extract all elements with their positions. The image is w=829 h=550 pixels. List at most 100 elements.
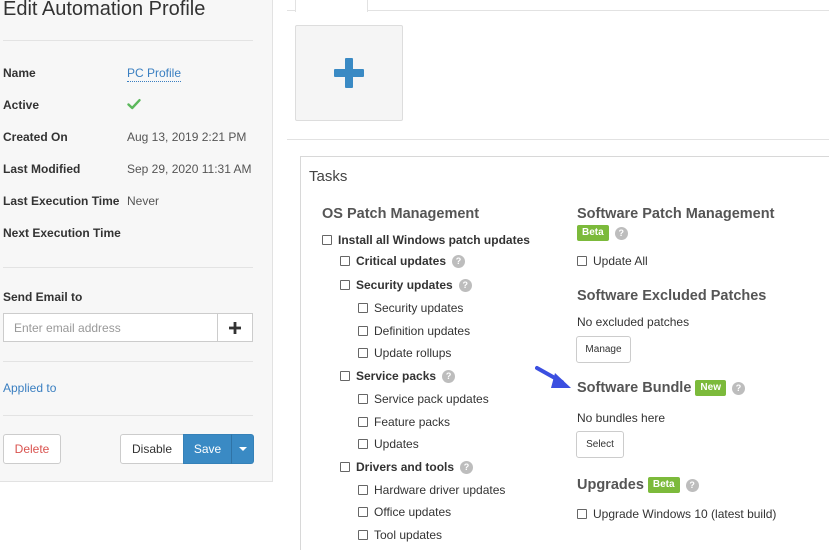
update-all-option[interactable]: Update All <box>577 254 648 268</box>
checkbox[interactable] <box>577 256 587 266</box>
beta-badge: Beta <box>647 477 680 493</box>
checkbox[interactable] <box>358 439 368 449</box>
option-label: Office updates <box>374 505 452 519</box>
applied-to-link[interactable]: Applied to <box>3 381 56 395</box>
help-icon[interactable]: ? <box>458 278 472 292</box>
critical-updates-label: Critical updates <box>356 254 447 268</box>
divider <box>3 267 253 268</box>
modified-value: Sep 29, 2020 11:31 AM <box>127 162 252 176</box>
update-rollups-option[interactable]: Update rollups <box>358 346 451 360</box>
plus-icon <box>229 321 241 334</box>
select-button[interactable]: Select <box>576 431 624 458</box>
caret-down-icon <box>238 447 247 451</box>
checkbox[interactable] <box>340 280 350 290</box>
next-execution-label: Next Execution Time <box>3 226 121 240</box>
definition-updates-option[interactable]: Definition updates <box>358 324 470 338</box>
drivers-tools-option[interactable]: Drivers and tools ? <box>340 460 474 474</box>
excluded-patches-text: No excluded patches <box>577 315 690 329</box>
feature-packs-option[interactable]: Feature packs <box>358 415 450 429</box>
checkbox[interactable] <box>340 462 350 472</box>
checkbox[interactable] <box>340 371 350 381</box>
send-email-label: Send Email to <box>3 290 83 304</box>
drivers-tools-label: Drivers and tools <box>356 460 455 474</box>
tasks-title: Tasks <box>309 168 348 185</box>
created-value: Aug 13, 2019 2:21 PM <box>127 130 247 144</box>
hardware-driver-updates-option[interactable]: Hardware driver updates <box>358 483 505 497</box>
security-updates-option[interactable]: Security updates ? <box>340 278 472 292</box>
checkbox[interactable] <box>358 326 368 336</box>
active-label: Active <box>3 98 40 112</box>
upgrade-windows-label: Upgrade Windows 10 (latest build) <box>593 507 777 521</box>
new-badge: New <box>695 380 726 396</box>
option-label: Service pack updates <box>374 392 489 406</box>
last-execution-label: Last Execution Time <box>3 194 120 208</box>
divider <box>3 40 253 41</box>
created-label: Created On <box>3 130 68 144</box>
updates-option[interactable]: Updates <box>358 437 419 451</box>
help-icon[interactable]: ? <box>685 478 699 492</box>
os-patch-heading: OS Patch Management <box>322 206 480 222</box>
profile-name-link[interactable]: PC Profile <box>127 66 182 82</box>
software-bundle-heading-row: Software Bundle New ? <box>577 380 745 396</box>
add-email-button[interactable] <box>217 313 253 342</box>
beta-badge: Beta <box>577 225 609 241</box>
plus-icon <box>334 58 364 88</box>
checkbox[interactable] <box>358 394 368 404</box>
disable-button[interactable]: Disable <box>120 434 184 464</box>
name-value[interactable]: PC Profile <box>127 66 182 82</box>
software-patch-heading: Software Patch Management <box>577 206 775 222</box>
critical-updates-option[interactable]: Critical updates ? <box>340 254 466 268</box>
option-label: Feature packs <box>374 415 451 429</box>
checkbox[interactable] <box>358 530 368 540</box>
option-label: Definition updates <box>374 324 471 338</box>
arrow-icon <box>535 366 571 388</box>
checkbox[interactable] <box>340 256 350 266</box>
office-updates-option[interactable]: Office updates <box>358 505 451 519</box>
security-updates-sub-option[interactable]: Security updates <box>358 301 463 315</box>
divider <box>3 361 253 362</box>
help-icon[interactable]: ? <box>452 254 466 268</box>
upgrades-heading: Upgrades <box>577 477 644 493</box>
no-bundles-text: No bundles here <box>577 411 666 425</box>
service-packs-option[interactable]: Service packs ? <box>340 369 456 383</box>
upgrade-windows-option[interactable]: Upgrade Windows 10 (latest build) <box>577 507 776 521</box>
email-input[interactable] <box>3 313 218 342</box>
save-button[interactable]: Save <box>183 434 232 464</box>
checkbox[interactable] <box>358 485 368 495</box>
option-label: Updates <box>374 437 419 451</box>
help-icon[interactable]: ? <box>442 369 456 383</box>
manage-button[interactable]: Manage <box>576 336 631 363</box>
add-task-tile[interactable] <box>295 25 403 121</box>
software-patch-badge-row: Beta ? <box>577 225 628 241</box>
excluded-patches-heading: Software Excluded Patches <box>577 288 767 304</box>
page-title: Edit Automation Profile <box>3 0 206 20</box>
checkbox[interactable] <box>358 507 368 517</box>
profile-panel: Edit Automation Profile Name PC Profile … <box>0 0 273 482</box>
checkbox[interactable] <box>577 509 587 519</box>
option-label: Update rollups <box>374 346 452 360</box>
check-icon <box>127 99 141 110</box>
checkbox[interactable] <box>358 417 368 427</box>
help-icon[interactable]: ? <box>614 226 628 240</box>
tab-active[interactable] <box>295 0 368 12</box>
checkbox[interactable] <box>322 235 332 245</box>
tool-updates-option[interactable]: Tool updates <box>358 528 442 542</box>
security-updates-label: Security updates <box>356 278 453 292</box>
divider <box>287 139 829 140</box>
install-all-label: Install all Windows patch updates <box>338 233 530 247</box>
service-pack-updates-option[interactable]: Service pack updates <box>358 392 489 406</box>
last-execution-value: Never <box>127 194 160 208</box>
upgrades-heading-row: Upgrades Beta ? <box>577 477 699 493</box>
delete-button[interactable]: Delete <box>3 434 61 464</box>
checkbox[interactable] <box>358 348 368 358</box>
help-icon[interactable]: ? <box>731 381 745 395</box>
help-icon[interactable]: ? <box>460 460 474 474</box>
tab-bar <box>287 0 829 11</box>
save-options-button[interactable] <box>231 434 254 464</box>
update-all-label: Update All <box>593 254 648 268</box>
option-label: Security updates <box>374 301 464 315</box>
checkbox[interactable] <box>358 303 368 313</box>
modified-label: Last Modified <box>3 162 81 176</box>
install-all-option[interactable]: Install all Windows patch updates <box>322 233 530 247</box>
software-bundle-heading: Software Bundle <box>577 380 692 396</box>
